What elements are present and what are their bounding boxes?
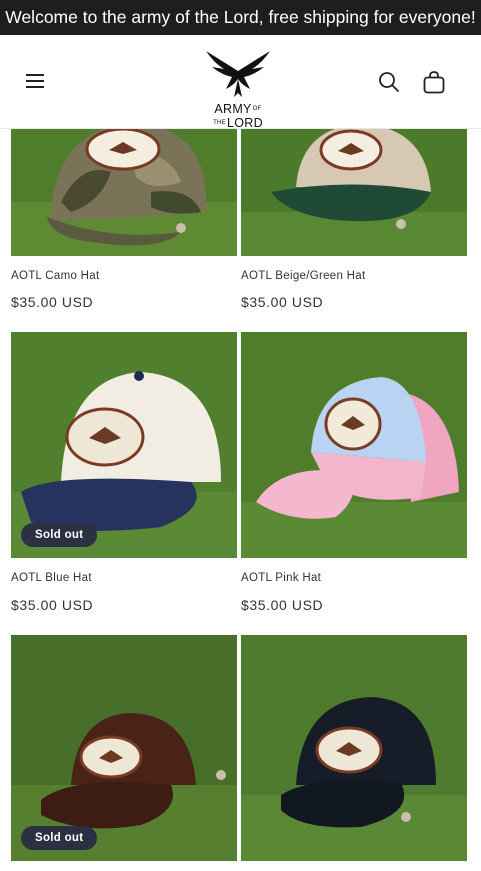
announcement-bar: Welcome to the army of the Lord, free sh… bbox=[0, 0, 481, 35]
eagle-logo-icon bbox=[206, 51, 270, 97]
search-icon[interactable] bbox=[378, 71, 400, 93]
product-grid: AOTL Camo Hat $35.00 USD AOTL Beige/Gree… bbox=[0, 0, 481, 871]
logo-wordmark: ARMYOF THELORD bbox=[193, 102, 283, 130]
logo-word-lord: LORD bbox=[226, 116, 263, 130]
sold-out-badge: Sold out bbox=[21, 826, 98, 850]
product-price: $35.00 USD bbox=[241, 294, 324, 310]
product-title[interactable]: AOTL Camo Hat bbox=[11, 270, 99, 282]
product-title[interactable]: AOTL Blue Hat bbox=[11, 572, 92, 584]
product-price: $35.00 USD bbox=[11, 597, 94, 613]
product-image-pink-hat[interactable] bbox=[241, 332, 467, 558]
cart-icon[interactable] bbox=[422, 70, 446, 94]
product-title[interactable]: AOTL Pink Hat bbox=[241, 572, 321, 584]
hamburger-menu-icon[interactable] bbox=[24, 69, 48, 93]
product-price: $35.00 USD bbox=[241, 597, 324, 613]
site-logo[interactable]: ARMYOF THELORD bbox=[193, 49, 283, 130]
logo-word-army: ARMY bbox=[214, 102, 252, 116]
product-price: $35.00 USD bbox=[11, 294, 94, 310]
site-header: ARMYOF THELORD bbox=[0, 35, 481, 130]
announcement-text: Welcome to the army of the Lord, free sh… bbox=[5, 7, 476, 27]
sold-out-badge: Sold out bbox=[21, 523, 98, 547]
product-image-black-hat[interactable] bbox=[241, 635, 467, 861]
product-title[interactable]: AOTL Beige/Green Hat bbox=[241, 270, 365, 282]
